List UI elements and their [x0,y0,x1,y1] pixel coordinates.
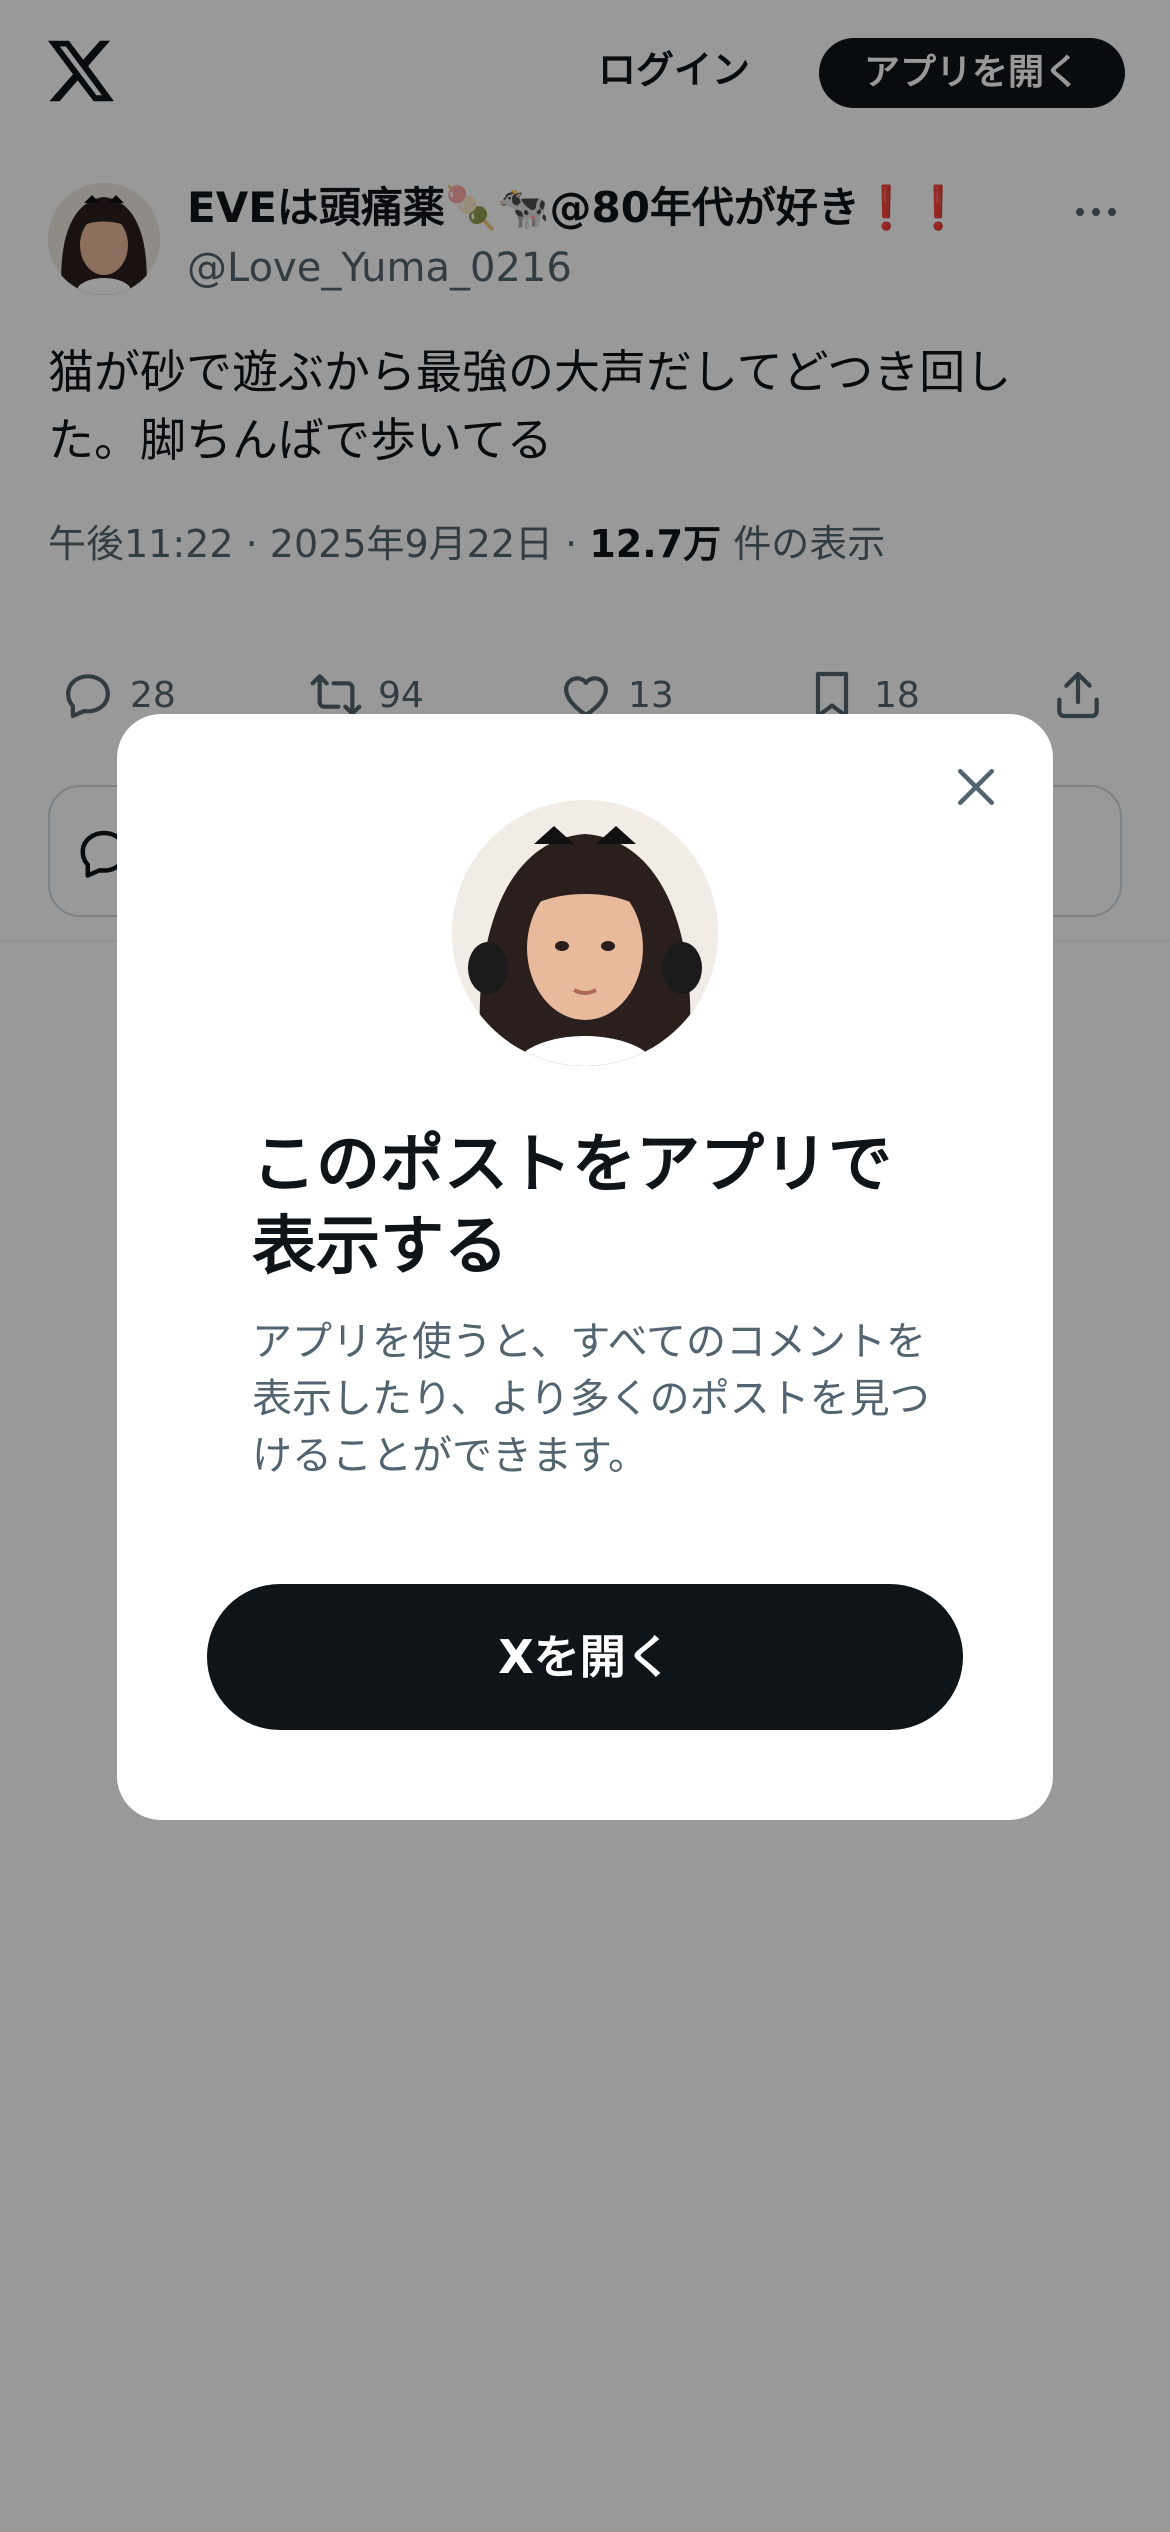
open-in-app-modal: このポストをアプリで表示する アプリを使うと、すべてのコメントを表示したり、より… [117,714,1053,1820]
modal-overlay[interactable]: このポストをアプリで表示する アプリを使うと、すべてのコメントを表示したり、より… [0,0,1170,2532]
modal-description: アプリを使うと、すべてのコメントを表示したり、より多くのポストを見つけることがで… [252,1319,930,1479]
open-x-button[interactable]: Xを開く [207,1584,963,1730]
page: ログイン アプリを開く EVEは頭痛薬🍡🐄@80年代が好き❗❗ @Love_Yu… [0,0,1170,2532]
close-icon[interactable] [949,760,1003,814]
author-avatar-large [452,800,718,1066]
modal-title: このポストをアプリで表示する [252,1128,892,1284]
